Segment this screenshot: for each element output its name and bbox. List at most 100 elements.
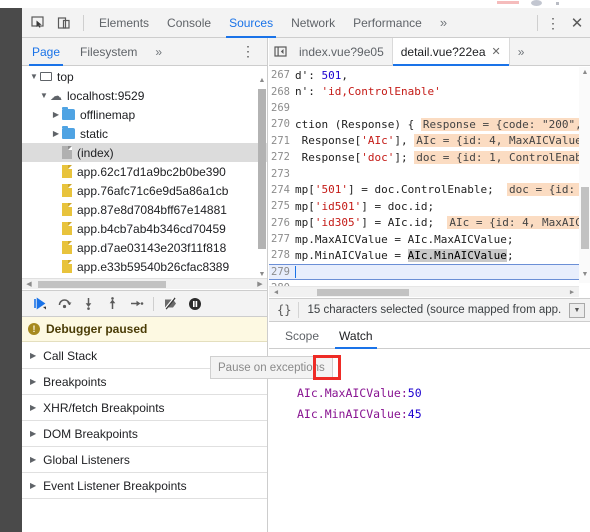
scrollbar-thumb[interactable] — [38, 281, 166, 288]
code-line: 278 mp.MinAICValue = AIc.MinAICValue; — [269, 247, 590, 263]
editor-tabs-more-chevron-icon[interactable]: » — [510, 45, 533, 59]
twisty-icon[interactable]: ▶ — [50, 110, 62, 119]
inline-value-hint: doc = {id: 1, ControlEnab — [414, 150, 584, 164]
navigator-tab-bar: Page Filesystem » ⋮ — [22, 38, 267, 66]
deactivate-breakpoints-button[interactable] — [159, 292, 183, 316]
twisty-icon[interactable]: ▼ — [38, 91, 50, 100]
tree-item-file[interactable]: app.76afc71c6e9d5a86a1cb — [22, 181, 267, 200]
tree-item-localhost[interactable]: ▼ ☁ localhost:9529 — [22, 86, 267, 105]
step-into-button[interactable] — [76, 292, 100, 316]
resume-script-execution-button[interactable] — [28, 292, 52, 316]
chevron-right-icon[interactable]: ▶ — [30, 429, 36, 438]
close-tab-icon[interactable]: ✕ — [492, 45, 501, 58]
debugger-controls-toolbar — [22, 290, 267, 317]
watch-expression-row[interactable]: AIc.MaxAICValue: 50 — [269, 382, 590, 403]
scroll-right-icon[interactable]: ▶ — [255, 280, 265, 289]
code-line: 275 mp['id501'] = doc.id; — [269, 198, 590, 214]
inspect-element-icon[interactable] — [25, 10, 51, 36]
device-toolbar-icon[interactable] — [51, 10, 77, 36]
chevron-right-icon[interactable]: ▶ — [30, 351, 36, 360]
scroll-up-icon[interactable]: ▲ — [258, 77, 266, 85]
line-number: 268 — [271, 85, 290, 98]
scroll-left-icon[interactable]: ◀ — [271, 288, 281, 297]
twisty-icon[interactable]: ▶ — [50, 129, 62, 138]
status-dropdown-icon[interactable]: ▼ — [569, 302, 585, 318]
editor-horizontal-scrollbar[interactable]: ◀ ▶ — [269, 286, 579, 297]
chevron-right-icon[interactable]: ▶ — [30, 455, 36, 464]
tree-item-top[interactable]: ▼ top — [22, 67, 267, 86]
toolbar-divider-right — [537, 14, 538, 31]
tree-item-file[interactable]: app.b4cb7ab4b346cd70459 — [22, 219, 267, 238]
tree-item-file[interactable]: app.87e8d7084bff67e14881 — [22, 200, 267, 219]
navigator-kebab-icon[interactable]: ⋮ — [237, 44, 259, 58]
tree-item-file[interactable]: app.62c17d1a9bc2b0be390 — [22, 162, 267, 181]
step-button[interactable] — [124, 292, 148, 316]
chevron-right-icon[interactable]: ▶ — [30, 481, 36, 490]
tree-item-index[interactable]: (index) — [22, 143, 267, 162]
tree-item-label: app.b4cb7ab4b346cd70459 — [77, 221, 226, 236]
navigator-tab-page[interactable]: Page — [22, 38, 70, 66]
sidebar-section-event-listener-breakpoints[interactable]: ▶ Event Listener Breakpoints — [22, 473, 267, 499]
file-icon — [62, 146, 72, 159]
scrollbar-thumb[interactable] — [258, 89, 266, 249]
editor-tab-index-vue[interactable]: index.vue?9e05 — [291, 37, 393, 66]
section-label: Global Listeners — [43, 452, 130, 467]
scrollbar-thumb[interactable] — [581, 187, 589, 249]
code-editor[interactable]: 267 d': 501, 268 n': 'id,ControlEnable' 26… — [269, 67, 590, 297]
status-bar-divider — [298, 302, 300, 318]
pretty-print-icon[interactable]: {} — [269, 303, 298, 317]
scroll-down-icon[interactable]: ▼ — [581, 271, 589, 279]
navigate-back-icon[interactable] — [269, 38, 291, 66]
scroll-left-icon[interactable]: ◀ — [24, 280, 34, 289]
watch-expression-name: AIc.MaxAICValue: — [297, 385, 408, 400]
watch-expression-row[interactable]: AIc.MinAICValue: 45 — [269, 403, 590, 424]
sidebar-section-dom-breakpoints[interactable]: ▶ DOM Breakpoints — [22, 421, 267, 447]
tree-item-label: localhost:9529 — [67, 88, 145, 103]
tab-network[interactable]: Network — [282, 8, 344, 38]
text-caret — [295, 266, 296, 279]
file-navigator-tree: ▼ top ▼ ☁ localhost:9529 ▶ offlinemap ▶ … — [22, 67, 267, 289]
line-number: 275 — [271, 200, 290, 213]
tree-vertical-scrollbar[interactable]: ▲ ▼ — [257, 77, 266, 279]
scroll-right-icon[interactable]: ▶ — [567, 288, 577, 297]
twisty-icon[interactable]: ▼ — [28, 72, 40, 81]
close-devtools-icon[interactable]: ✕ — [564, 14, 590, 32]
navigator-more-chevron-icon[interactable]: » — [147, 45, 170, 59]
tree-item-file[interactable]: app.e33b59540b26cfac8389 — [22, 257, 267, 276]
code-line: 273 — [269, 165, 590, 181]
code-line: 270 ction (Response) { Response = {code: … — [269, 116, 590, 132]
tab-performance[interactable]: Performance — [344, 8, 431, 38]
step-out-button[interactable] — [100, 292, 124, 316]
line-number: 271 — [271, 134, 290, 147]
step-over-button[interactable] — [52, 292, 76, 316]
tab-watch[interactable]: Watch — [329, 323, 383, 349]
tree-item-static[interactable]: ▶ static — [22, 124, 267, 143]
tab-console[interactable]: Console — [158, 8, 220, 38]
sidebar-section-xhr-breakpoints[interactable]: ▶ XHR/fetch Breakpoints — [22, 395, 267, 421]
tab-scope[interactable]: Scope — [275, 323, 329, 349]
tree-horizontal-scrollbar[interactable]: ◀ ▶ — [22, 278, 267, 289]
navigator-tab-filesystem[interactable]: Filesystem — [70, 38, 147, 66]
scrollbar-thumb[interactable] — [317, 289, 409, 296]
more-panels-chevron-icon[interactable]: » — [431, 8, 456, 38]
tree-item-file[interactable]: app.d7ae03143e203f11f818 — [22, 238, 267, 257]
chevron-right-icon[interactable]: ▶ — [30, 403, 36, 412]
tree-item-offlinemap[interactable]: ▶ offlinemap — [22, 105, 267, 124]
line-content — [295, 265, 590, 279]
line-number: 270 — [271, 118, 290, 131]
settings-kebab-icon[interactable]: ⋮ — [542, 16, 564, 30]
sidebar-section-global-listeners[interactable]: ▶ Global Listeners — [22, 447, 267, 473]
editor-tab-detail-vue[interactable]: detail.vue?22ea ✕ — [392, 37, 510, 66]
sources-left-column: Page Filesystem » ⋮ ▼ top ▼ ☁ localhost:… — [22, 38, 268, 532]
devtools-root: Elements Console Sources Network Perform… — [22, 8, 590, 532]
file-icon — [62, 203, 72, 216]
editor-vertical-scrollbar[interactable]: ▲ ▼ — [579, 67, 590, 283]
frame-icon — [40, 72, 52, 81]
tab-elements[interactable]: Elements — [90, 8, 158, 38]
tab-sources[interactable]: Sources — [220, 8, 282, 38]
pause-on-exceptions-button[interactable] — [183, 292, 207, 316]
line-number: 278 — [271, 249, 290, 262]
scroll-up-icon[interactable]: ▲ — [581, 69, 589, 77]
chevron-right-icon[interactable]: ▶ — [30, 377, 36, 386]
selected-text: AIc.MinAICValue — [407, 248, 507, 262]
